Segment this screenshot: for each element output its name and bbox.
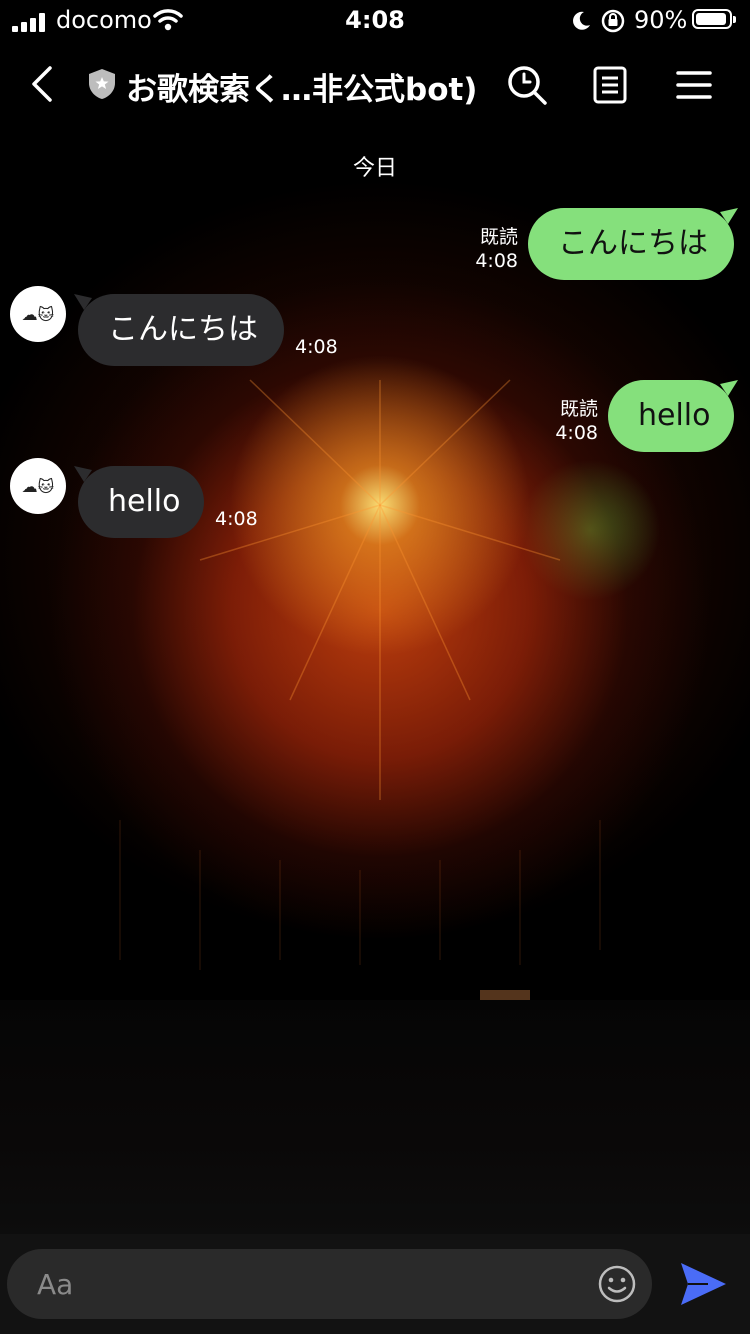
incoming-message-bubble[interactable]: こんにちは [78,294,284,366]
outgoing-message-bubble[interactable]: hello [608,380,734,452]
message-time: 4:08 [555,422,598,444]
ground-scene [0,1000,750,1234]
rotation-lock-icon [601,9,625,33]
message-input[interactable] [7,1249,652,1319]
send-icon[interactable] [678,1260,728,1308]
battery-percent: 90% [634,6,688,34]
emoji-icon[interactable] [597,1264,637,1304]
read-receipt: 既読 [479,226,518,248]
battery-icon [692,9,736,29]
notes-icon[interactable] [593,66,627,104]
outgoing-message-bubble[interactable]: こんにちは [528,208,734,280]
status-bar: docomo 4:08 90% [0,0,750,42]
avatar[interactable]: ☁🐱 [10,286,66,342]
avatar[interactable]: ☁🐱 [10,458,66,514]
message-time: 4:08 [215,508,258,530]
message-time: 4:08 [475,250,518,272]
incoming-message-bubble[interactable]: hello [78,466,204,538]
chat-title[interactable]: お歌検索く…非公式bot) [126,64,477,109]
bubble-tail [720,208,738,224]
back-icon[interactable] [24,64,64,104]
moon-icon [573,11,590,30]
message-meta: 既読 4:08 [460,225,518,273]
read-receipt: 既読 [559,398,598,420]
chat-wallpaper [0,0,750,1334]
search-icon[interactable] [506,64,548,106]
chat-header: お歌検索く…非公式bot) [0,50,750,120]
message-meta: 既読 4:08 [540,397,598,445]
message-time: 4:08 [295,336,338,358]
message-input-bar [0,1234,750,1334]
shield-icon [89,69,115,99]
bubble-tail [720,380,738,396]
date-separator: 今日 [352,156,397,181]
menu-icon[interactable] [676,70,712,100]
